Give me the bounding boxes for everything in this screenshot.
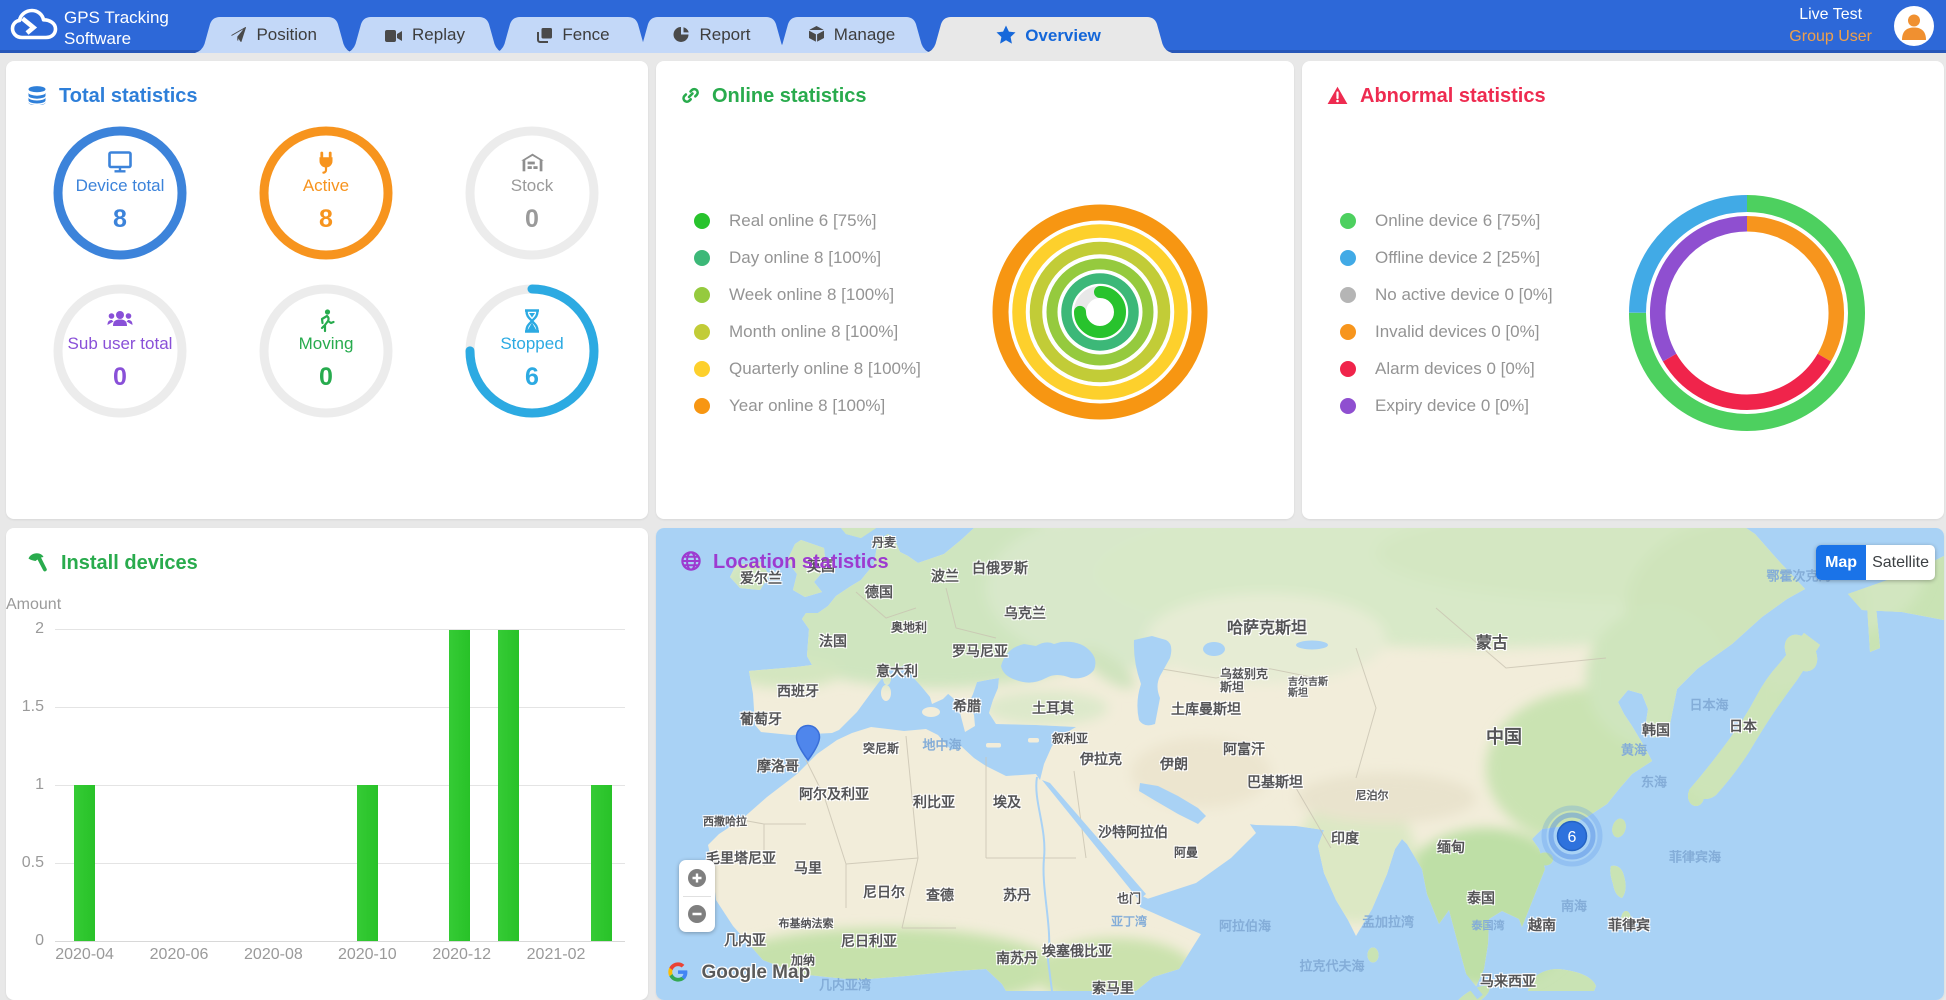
svg-text:6: 6: [1568, 829, 1577, 846]
